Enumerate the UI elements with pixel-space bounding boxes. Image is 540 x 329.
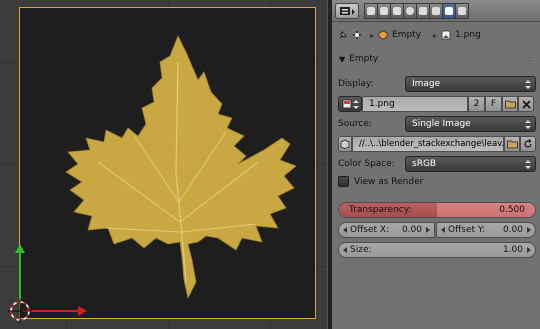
increment-arrow-icon[interactable]: [527, 247, 531, 253]
filepath-field[interactable]: //..\..\blender_stackexchange\leav...: [352, 136, 510, 152]
reload-icon: [524, 139, 532, 148]
breadcrumb-image-name: 1.png: [455, 30, 481, 40]
camera-icon: [367, 7, 375, 15]
unlink-image-button[interactable]: [518, 96, 534, 112]
breadcrumb-separator: ▸: [433, 30, 438, 40]
increment-arrow-icon[interactable]: [527, 227, 531, 233]
constraints-tab[interactable]: [429, 3, 443, 19]
image-name-field[interactable]: 1.png: [362, 96, 468, 112]
filepath-value: //..\..\blender_stackexchange\leav...: [359, 139, 510, 149]
size-field[interactable]: Size: 1.00: [338, 242, 536, 258]
folder-icon: [504, 100, 516, 109]
decrement-arrow-icon[interactable]: [343, 247, 347, 253]
transparency-slider[interactable]: Transparency: 0.500: [338, 202, 536, 218]
offset-y-label: Offset Y:: [448, 225, 486, 235]
display-dropdown[interactable]: Image: [405, 76, 536, 92]
reload-button[interactable]: [520, 136, 536, 152]
image-icon: [441, 30, 451, 40]
updown-arrow-icon: [353, 100, 359, 109]
updown-arrow-icon: [525, 160, 531, 169]
image-browse-button[interactable]: [338, 96, 362, 112]
pin-icon[interactable]: [338, 30, 348, 40]
color-space-dropdown[interactable]: sRGB: [405, 156, 536, 172]
y-axis-arrow: [15, 244, 25, 253]
properties-header: [332, 0, 540, 22]
section-title: Empty: [349, 54, 379, 64]
color-space-value: sRGB: [412, 159, 437, 169]
data-tab[interactable]: [442, 3, 456, 19]
folder-icon: [506, 140, 518, 149]
decrement-arrow-icon[interactable]: [441, 227, 445, 233]
x-axis-arrow: [78, 306, 87, 316]
users-count: 2: [473, 99, 480, 109]
scene-tab[interactable]: [390, 3, 404, 19]
3d-cursor-icon[interactable]: [8, 299, 32, 323]
browse-file-button[interactable]: [504, 136, 520, 152]
display-value: Image: [412, 79, 441, 89]
offset-x-label: Offset X:: [350, 225, 390, 235]
properties-editor-icon: [340, 7, 355, 15]
breadcrumb-object-name: Empty: [392, 30, 422, 40]
y-axis-line: [19, 247, 21, 305]
close-icon: [521, 99, 531, 109]
image-data-icon: [445, 7, 453, 15]
size-value: 1.00: [502, 245, 523, 255]
editor-type-button[interactable]: [335, 3, 359, 19]
transparency-value: 0.500: [499, 205, 525, 215]
3d-viewport[interactable]: [0, 0, 327, 329]
fake-user-button[interactable]: F: [485, 96, 502, 112]
size-label: Size:: [350, 245, 372, 255]
empty-axes-icon: [353, 31, 361, 39]
breadcrumb-separator: ▸: [370, 30, 375, 40]
cube-icon: [419, 7, 427, 15]
image-name-value: 1.png: [369, 99, 395, 109]
transparency-label: Transparency:: [349, 205, 412, 215]
pack-image-button[interactable]: [338, 136, 352, 152]
offset-x-field[interactable]: Offset X: 0.00: [338, 222, 435, 238]
display-label: Display:: [338, 79, 374, 89]
source-value: Single Image: [412, 119, 471, 129]
increment-arrow-icon[interactable]: [426, 227, 430, 233]
offset-y-value: 0.00: [502, 225, 523, 235]
users-count-button[interactable]: 2: [468, 96, 485, 112]
view-as-render-row: View as Render: [354, 174, 540, 190]
source-dropdown[interactable]: Single Image: [405, 116, 536, 132]
physics-icon: [458, 7, 466, 15]
updown-arrow-icon: [525, 80, 531, 89]
render-tab[interactable]: [364, 3, 378, 19]
color-space-label: Color Space:: [338, 159, 395, 169]
decrement-arrow-icon[interactable]: [343, 227, 347, 233]
empty-image-frame[interactable]: [19, 7, 316, 319]
view-as-render-checkbox[interactable]: [338, 176, 349, 187]
render-layers-tab[interactable]: [377, 3, 391, 19]
source-label: Source:: [338, 119, 372, 129]
link-icon: [432, 7, 440, 15]
scene-icon: [393, 7, 401, 15]
drag-grip-icon[interactable]: [524, 56, 534, 62]
object-icon: [378, 30, 388, 40]
world-icon: [406, 7, 414, 15]
offset-x-value: 0.00: [401, 225, 422, 235]
view-as-render-label[interactable]: View as Render: [354, 177, 423, 187]
breadcrumb: ▸ Empty ▸ 1.png: [332, 24, 540, 46]
image-browse-icon: [342, 99, 352, 109]
object-tab[interactable]: [416, 3, 430, 19]
layers-icon: [380, 7, 388, 15]
leaf-image: [65, 35, 296, 300]
open-image-button[interactable]: [502, 96, 518, 112]
empty-panel-header[interactable]: ▼ Empty: [335, 50, 537, 68]
collapse-triangle-icon: ▼: [339, 54, 346, 64]
context-tabs: [364, 3, 469, 19]
updown-arrow-icon: [525, 120, 531, 129]
package-icon: [340, 139, 350, 149]
fake-user-label: F: [490, 99, 497, 109]
offset-y-field[interactable]: Offset Y: 0.00: [436, 222, 536, 238]
world-tab[interactable]: [403, 3, 417, 19]
properties-panel: ▸ Empty ▸ 1.png ▼ Empty Display: Image 1…: [332, 0, 540, 329]
physics-tab[interactable]: [455, 3, 469, 19]
